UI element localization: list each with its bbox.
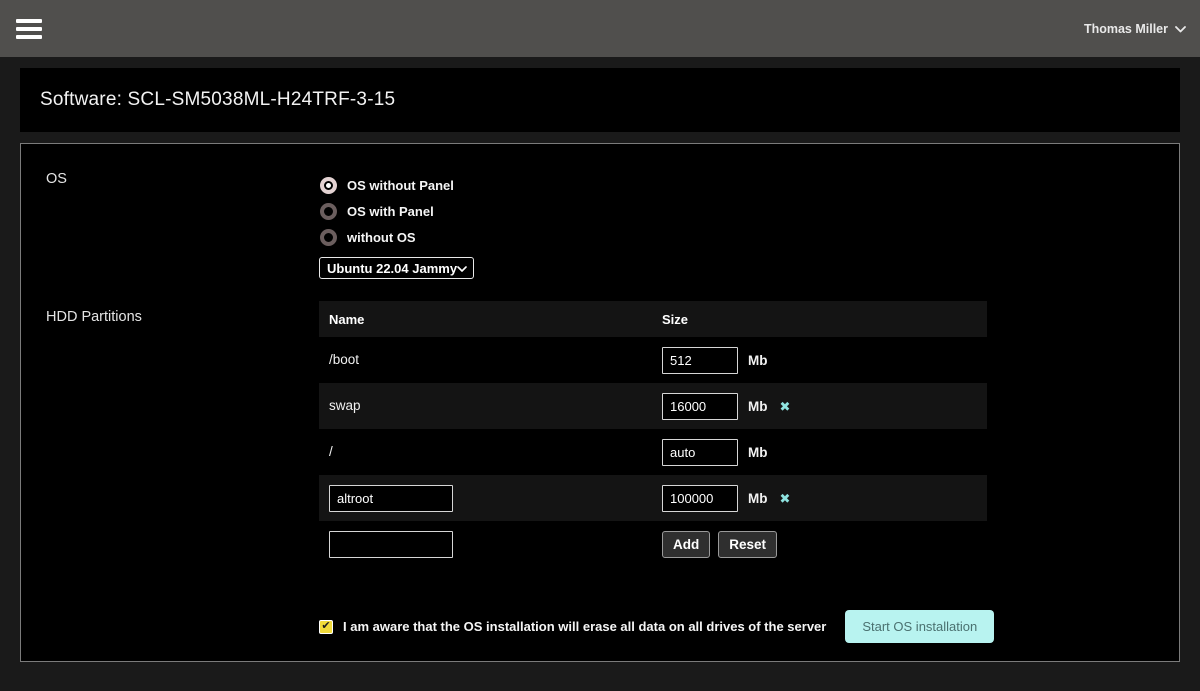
- partition-name: /: [329, 444, 333, 459]
- os-type-radio-group: OS without Panel OS with Panel without O…: [320, 172, 454, 250]
- erase-confirm-label: I am aware that the OS installation will…: [343, 619, 826, 634]
- chevron-down-icon: [457, 259, 467, 277]
- page-header: Software: SCL-SM5038ML-H24TRF-3-15: [20, 68, 1180, 132]
- column-header-size: Size: [662, 312, 688, 327]
- partition-size-input[interactable]: [662, 393, 738, 420]
- radio-button-icon: [320, 177, 337, 194]
- radio-without-os[interactable]: without OS: [320, 224, 454, 250]
- topbar: Thomas Miller: [0, 0, 1200, 57]
- hdd-partitions-section-label: HDD Partitions: [46, 309, 142, 325]
- radio-label: OS with Panel: [347, 204, 434, 219]
- partition-name: /boot: [329, 352, 359, 367]
- remove-partition-icon[interactable]: ✖: [780, 492, 791, 505]
- partition-size-input[interactable]: [662, 347, 738, 374]
- partition-size-input[interactable]: [662, 485, 738, 512]
- new-partition-name-input[interactable]: [329, 531, 453, 558]
- user-name: Thomas Miller: [1084, 22, 1168, 36]
- user-menu[interactable]: Thomas Miller: [1084, 22, 1186, 36]
- os-install-panel: OS HDD Partitions OS without Panel OS wi…: [20, 143, 1180, 662]
- partitions-table: Name Size /boot Mb swap Mb ✖ / Mb: [319, 301, 987, 567]
- partition-size-input[interactable]: [662, 439, 738, 466]
- unit-label: Mb: [748, 353, 768, 368]
- radio-label: without OS: [347, 230, 416, 245]
- radio-os-with-panel[interactable]: OS with Panel: [320, 198, 454, 224]
- selected-distro: Ubuntu 22.04 Jammy: [327, 261, 457, 276]
- table-row-boot: /boot Mb: [319, 337, 987, 383]
- confirm-row: ✔ I am aware that the OS installation wi…: [319, 610, 994, 643]
- radio-label: OS without Panel: [347, 178, 454, 193]
- table-row-new-partition: Add Reset: [319, 521, 987, 567]
- unit-label: Mb: [748, 445, 768, 460]
- page-title: Software: SCL-SM5038ML-H24TRF-3-15: [40, 89, 395, 111]
- os-distro-select[interactable]: Ubuntu 22.04 Jammy: [319, 257, 474, 279]
- radio-button-icon: [320, 203, 337, 220]
- reset-partitions-button[interactable]: Reset: [718, 531, 777, 558]
- table-header-row: Name Size: [319, 301, 987, 337]
- table-row-altroot: Mb ✖: [319, 475, 987, 521]
- unit-label: Mb: [748, 399, 768, 414]
- os-section-label: OS: [46, 171, 67, 187]
- unit-label: Mb: [748, 491, 768, 506]
- radio-button-icon: [320, 229, 337, 246]
- start-os-installation-button[interactable]: Start OS installation: [845, 610, 994, 643]
- column-header-name: Name: [319, 312, 662, 327]
- remove-partition-icon[interactable]: ✖: [780, 400, 791, 413]
- add-partition-button[interactable]: Add: [662, 531, 710, 558]
- chevron-down-icon: [1175, 22, 1186, 36]
- partition-name-input[interactable]: [329, 485, 453, 512]
- table-row-swap: swap Mb ✖: [319, 383, 987, 429]
- radio-os-without-panel[interactable]: OS without Panel: [320, 172, 454, 198]
- checkmark-icon: ✔: [321, 621, 330, 632]
- hamburger-menu-icon[interactable]: [14, 15, 44, 43]
- table-row-root: / Mb: [319, 429, 987, 475]
- erase-confirm-checkbox[interactable]: ✔: [319, 620, 333, 634]
- partition-name: swap: [329, 398, 361, 413]
